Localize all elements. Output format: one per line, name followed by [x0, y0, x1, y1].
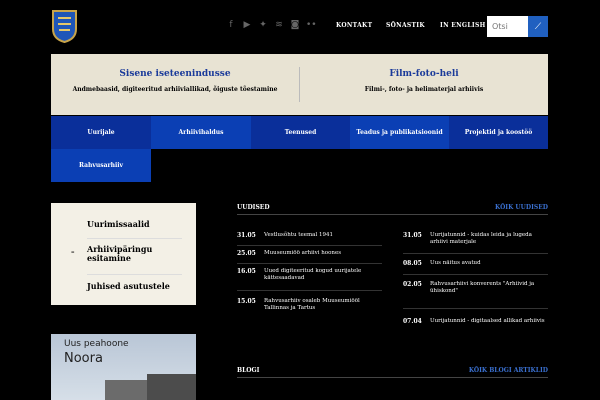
news-date: 31.05	[237, 232, 256, 239]
search-input[interactable]	[487, 16, 528, 37]
search-box: ⟋	[487, 16, 548, 37]
side-menu: Uurimissaalid – Arhiivipäringu esitamine…	[51, 203, 196, 305]
banner-line2: Noora	[64, 351, 103, 366]
nav-services[interactable]: Teenused	[251, 116, 350, 149]
blog-heading: Blogi	[237, 367, 260, 374]
divider	[403, 274, 548, 275]
news-title: Uued digiteeritud kogud uurijatele kätte…	[264, 268, 362, 282]
divider	[237, 290, 382, 291]
twitter-icon[interactable]: ✦	[258, 20, 268, 30]
news-heading: Uudised	[237, 204, 270, 211]
news-item[interactable]: 15.05 Rahvusarhiiv osaleb Muuseumiööl Ta…	[237, 298, 387, 324]
bullet-dash: –	[71, 247, 75, 256]
news-header: Uudised Kõik uudised	[237, 203, 548, 215]
search-icon: ⟋	[534, 21, 542, 32]
news-item[interactable]: 08.05 Uus näitus avatud	[403, 260, 553, 274]
news-date: 25.05	[237, 250, 256, 257]
search-button[interactable]: ⟋	[528, 16, 548, 37]
news-item[interactable]: 31.05 Uurijatunnid - kuidas leida ja lug…	[403, 232, 553, 252]
news-item[interactable]: 07.04 Uurijatunnid - digitaalsed allikad…	[403, 318, 553, 344]
new-building-banner[interactable]: Uus peahoone Noora	[51, 334, 196, 400]
building-image	[147, 374, 196, 400]
news-title: Uus näitus avatud	[430, 260, 481, 266]
side-item-guides[interactable]: Juhised asutustele	[87, 275, 182, 291]
news-title: Uurijatunnid - kuidas leida ja lugeda ar…	[430, 232, 532, 246]
divider	[403, 308, 548, 309]
nav-english[interactable]: In English	[440, 22, 486, 29]
news-title: Vestlusõhtu teemal 1941	[264, 232, 333, 238]
news-date: 15.05	[237, 298, 256, 305]
promo-banner: Sisene iseteenindusse Andmebaasid, digit…	[51, 54, 548, 115]
news-item[interactable]: 02.05 Rahvusarhiivi konverents "Arhiivid…	[403, 281, 553, 307]
news-title: Rahvusarhiivi konverents "Arhiivid ja üh…	[430, 281, 535, 295]
divider	[237, 263, 382, 264]
news-item[interactable]: 25.05 Muuseumiöö arhiivi hoones	[237, 250, 387, 270]
promo-film-photo-sound[interactable]: Film-foto-heli Filmi-, foto- ja helimate…	[299, 67, 548, 102]
facebook-icon[interactable]: f	[226, 20, 236, 30]
news-item[interactable]: 31.05 Vestlusõhtu teemal 1941	[237, 232, 387, 252]
nav-contact[interactable]: Kontakt	[336, 22, 372, 29]
instagram-icon[interactable]: ◙	[290, 20, 300, 30]
all-blog-link[interactable]: Kõik blogi artiklid	[469, 367, 548, 374]
divider	[237, 245, 382, 246]
news-date: 02.05	[403, 281, 422, 288]
banner-line1: Uus peahoone	[64, 339, 129, 349]
promo-title: Sisene iseteenindusse	[119, 69, 231, 79]
flickr-icon[interactable]: ••	[306, 20, 317, 30]
promo-self-service[interactable]: Sisene iseteenindusse Andmebaasid, digit…	[51, 54, 299, 115]
news-title: Uurijatunnid - digitaalsed allikad arhii…	[430, 318, 545, 324]
nav-national-archive[interactable]: Rahvusarhiiv	[51, 149, 151, 182]
news-date: 31.05	[403, 232, 422, 239]
blog-header: Blogi Kõik blogi artiklid	[237, 366, 548, 378]
side-item-label: Arhiivipäringu esitamine	[87, 244, 153, 263]
news-date: 07.04	[403, 318, 422, 325]
rss-icon[interactable]: ≋	[274, 20, 284, 30]
promo-title: Film-foto-heli	[389, 69, 459, 79]
promo-subtitle: Andmebaasid, digiteeritud arhiiviallikad…	[72, 86, 278, 93]
news-title: Rahvusarhiiv osaleb Muuseumiööl Tallinna…	[264, 298, 360, 312]
side-item-reading-rooms[interactable]: Uurimissaalid	[87, 211, 182, 239]
all-news-link[interactable]: Kõik uudised	[495, 204, 548, 211]
coat-of-arms-icon[interactable]	[51, 9, 78, 43]
nav-research-publications[interactable]: Teadus ja publikatsioonid	[350, 116, 449, 149]
promo-subtitle: Filmi-, foto- ja helimaterjal arhiivis	[364, 86, 484, 93]
youtube-icon[interactable]: ▶	[242, 20, 252, 30]
news-date: 16.05	[237, 268, 256, 275]
news-date: 08.05	[403, 260, 422, 267]
main-nav: Uurijale Arhiivihaldus Teenused Teadus j…	[51, 116, 548, 183]
nav-researcher[interactable]: Uurijale	[51, 116, 151, 149]
social-links: f ▶ ✦ ≋ ◙ ••	[226, 20, 316, 30]
divider	[403, 253, 548, 254]
side-item-archive-request[interactable]: – Arhiivipäringu esitamine	[71, 239, 182, 275]
news-title: Muuseumiöö arhiivi hoones	[264, 250, 342, 256]
nav-projects[interactable]: Projektid ja koostöö	[449, 116, 548, 149]
nav-glossary[interactable]: Sõnastik	[386, 22, 425, 29]
nav-archive-management[interactable]: Arhiivihaldus	[151, 116, 251, 149]
